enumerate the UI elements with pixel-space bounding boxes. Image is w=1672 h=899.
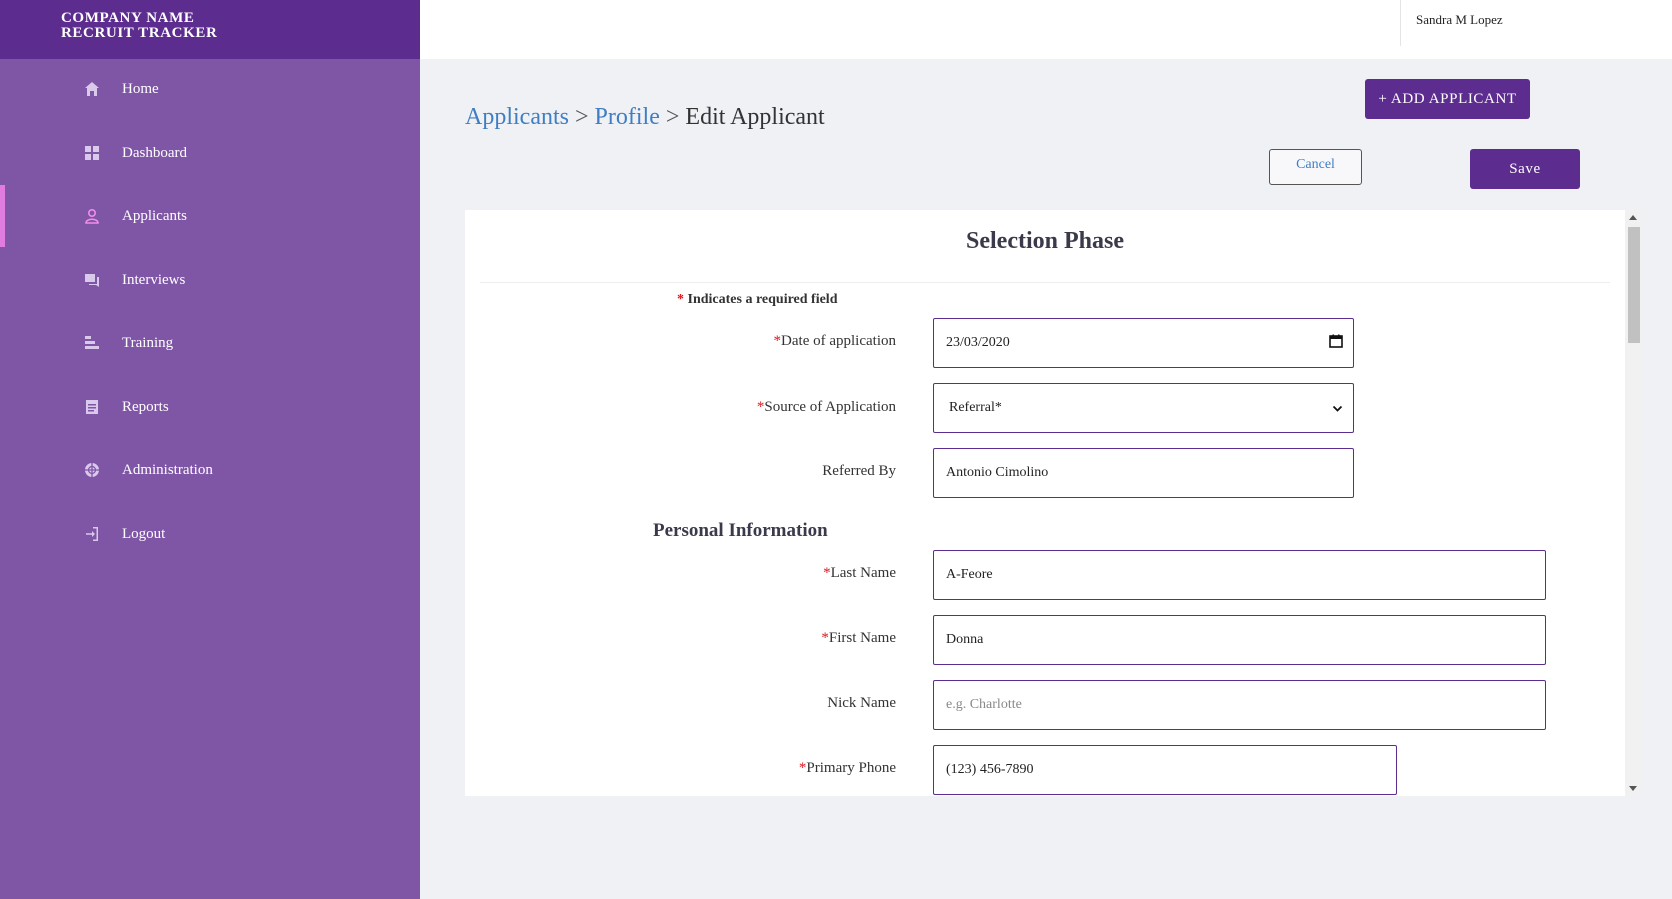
sidebar-item-dashboard[interactable]: Dashboard: [0, 127, 420, 179]
sidebar-item-logout[interactable]: Logout: [0, 508, 420, 560]
topbar-divider: [1400, 0, 1401, 46]
selection-phase-form: Selection Phase * Indicates a required f…: [465, 210, 1625, 796]
breadcrumb-separator: >: [665, 104, 680, 130]
scroll-up-arrow-icon[interactable]: [1629, 215, 1637, 220]
breadcrumb-current: Edit Applicant: [685, 104, 825, 130]
sidebar: COMPANY NAME RECRUIT TRACKER Home Dashbo…: [0, 0, 420, 899]
home-icon: [83, 80, 101, 98]
sidebar-item-label: Reports: [122, 398, 169, 415]
required-note: * Indicates a required field: [677, 292, 838, 308]
required-star: *: [823, 565, 831, 581]
nick-name-label: Nick Name: [827, 695, 896, 711]
sidebar-item-applicants[interactable]: Applicants: [0, 185, 420, 247]
sidebar-item-label: Applicants: [122, 207, 187, 224]
add-applicant-button[interactable]: + ADD APPLICANT: [1365, 79, 1530, 119]
last-name-input[interactable]: A-Feore: [933, 550, 1546, 600]
first-name-label: *First Name: [465, 630, 896, 647]
training-icon: [83, 334, 101, 352]
date-value: 23/03/2020: [946, 335, 1010, 350]
date-of-application-input[interactable]: 23/03/2020: [933, 318, 1354, 368]
sidebar-item-label: Logout: [122, 525, 166, 542]
referred-by-input[interactable]: Antonio Cimolino: [933, 448, 1354, 498]
required-star: *: [677, 292, 684, 307]
required-star: *: [821, 630, 829, 646]
source-of-application-select[interactable]: Referral*: [933, 383, 1354, 433]
sidebar-item-label: Training: [122, 334, 174, 351]
logout-icon: [83, 525, 101, 543]
sidebar-item-label: Home: [122, 80, 159, 97]
dashboard-icon: [83, 144, 101, 162]
scrollbar-thumb[interactable]: [1628, 227, 1640, 343]
cancel-button[interactable]: Cancel: [1269, 149, 1362, 185]
label-text: Source of Application: [764, 399, 896, 415]
brand: COMPANY NAME RECRUIT TRACKER: [0, 0, 420, 59]
personal-information-heading: Personal Information: [653, 520, 828, 541]
user-icon: [83, 207, 101, 225]
chevron-down-icon: [1332, 405, 1343, 412]
sidebar-item-administration[interactable]: Administration: [0, 444, 420, 496]
first-name-input[interactable]: Donna: [933, 615, 1546, 665]
breadcrumb-applicants[interactable]: Applicants: [465, 104, 569, 130]
sidebar-item-label: Interviews: [122, 271, 186, 288]
sidebar-item-training[interactable]: Training: [0, 317, 420, 369]
sidebar-item-label: Dashboard: [122, 144, 187, 161]
globe-icon: [83, 461, 101, 479]
scroll-down-arrow-icon[interactable]: [1629, 786, 1637, 791]
calendar-icon[interactable]: [1329, 334, 1343, 348]
primary-phone-label: *Primary Phone: [465, 760, 896, 777]
brand-company-name: COMPANY NAME: [61, 10, 195, 26]
date-of-application-label: *Date of application: [465, 333, 896, 350]
required-star: *: [773, 333, 782, 349]
required-note-text: Indicates a required field: [687, 292, 838, 307]
sidebar-item-interviews[interactable]: Interviews: [0, 254, 420, 306]
label-text: Date of application: [781, 333, 896, 349]
sidebar-item-reports[interactable]: Reports: [0, 381, 420, 433]
report-icon: [83, 398, 101, 416]
nick-name-input[interactable]: e.g. Charlotte: [933, 680, 1546, 730]
save-button[interactable]: Save: [1470, 149, 1580, 189]
form-title: Selection Phase: [966, 228, 1124, 254]
sidebar-item-home[interactable]: Home: [0, 63, 420, 115]
breadcrumb-separator: >: [574, 104, 589, 130]
label-text: Primary Phone: [806, 760, 896, 776]
source-of-application-label: *Source of Application: [465, 399, 896, 416]
primary-phone-input[interactable]: (123) 456-7890: [933, 745, 1397, 795]
divider: [480, 282, 1610, 283]
last-name-label: *Last Name: [465, 565, 896, 582]
referred-by-label: Referred By: [822, 463, 896, 479]
label-text: Last Name: [830, 565, 896, 581]
user-name[interactable]: Sandra M Lopez: [1416, 12, 1503, 28]
breadcrumb-profile[interactable]: Profile: [595, 104, 660, 130]
breadcrumb: Applicants > Profile > Edit Applicant: [465, 104, 825, 131]
form-scrollbar[interactable]: [1625, 210, 1642, 796]
label-text: First Name: [828, 630, 896, 646]
brand-app-name: RECRUIT TRACKER: [61, 25, 218, 41]
top-bar: Sandra M Lopez: [420, 0, 1672, 59]
sidebar-item-label: Administration: [122, 461, 213, 478]
chat-icon: [83, 271, 101, 289]
selected-value: Referral*: [949, 400, 1002, 415]
